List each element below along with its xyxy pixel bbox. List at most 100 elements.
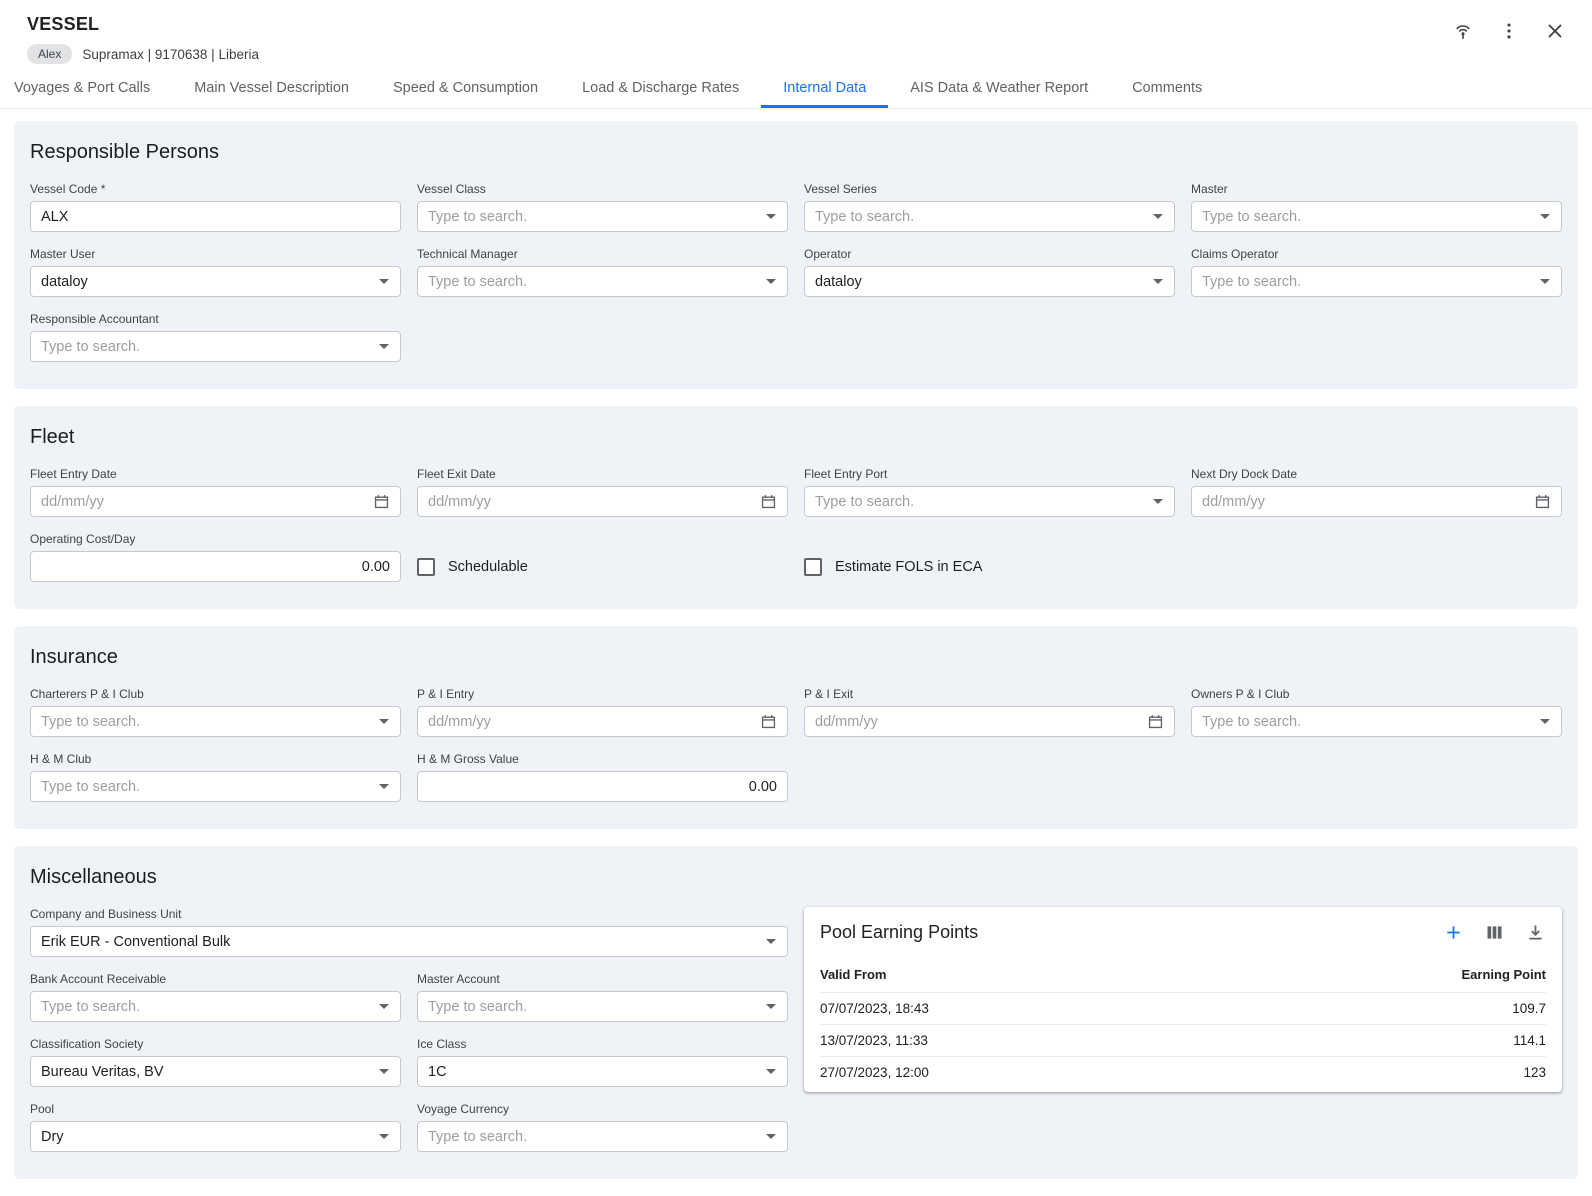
fleet-entry-date-input[interactable]: dd/mm/yy bbox=[30, 486, 401, 517]
bank-account-receivable-select[interactable]: Type to search. bbox=[30, 991, 401, 1022]
vessel-class-select[interactable]: Type to search. bbox=[417, 201, 788, 232]
calendar-icon[interactable] bbox=[759, 712, 778, 731]
pool-earning-points-title: Pool Earning Points bbox=[820, 922, 978, 943]
selected-value: dataloy bbox=[815, 274, 1147, 290]
placeholder-text: Type to search. bbox=[428, 209, 760, 225]
chevron-down-icon bbox=[379, 1134, 389, 1139]
field-label: Operating Cost/Day bbox=[30, 532, 401, 546]
calendar-icon[interactable] bbox=[372, 492, 391, 511]
fleet-exit-date-input[interactable]: dd/mm/yy bbox=[417, 486, 788, 517]
operator-badge: Alex bbox=[27, 44, 72, 64]
chevron-down-icon bbox=[766, 214, 776, 219]
calendar-icon[interactable] bbox=[759, 492, 778, 511]
table-row[interactable]: 27/07/2023, 12:00 123 bbox=[820, 1056, 1546, 1088]
section-miscellaneous: Miscellaneous Company and Business Unit … bbox=[14, 846, 1578, 1179]
tab-speed-consumption[interactable]: Speed & Consumption bbox=[371, 70, 560, 108]
close-icon[interactable] bbox=[1544, 20, 1566, 42]
tab-load-discharge-rates[interactable]: Load & Discharge Rates bbox=[560, 70, 761, 108]
fleet-entry-port-select[interactable]: Type to search. bbox=[804, 486, 1175, 517]
owners-pi-club-select[interactable]: Type to search. bbox=[1191, 706, 1562, 737]
table-row[interactable]: 13/07/2023, 11:33 114.1 bbox=[820, 1024, 1546, 1056]
chevron-down-icon bbox=[379, 1004, 389, 1009]
miscellaneous-fields: Company and Business Unit Erik EUR - Con… bbox=[30, 907, 788, 1152]
field-hm-club: H & M Club Type to search. bbox=[30, 752, 401, 802]
charterers-pi-club-select[interactable]: Type to search. bbox=[30, 706, 401, 737]
placeholder-text: dd/mm/yy bbox=[41, 494, 366, 510]
header-left: VESSEL Alex Supramax | 9170638 | Liberia bbox=[27, 14, 259, 64]
pool-earning-points-card: Pool Earning Points Valid From Earning P… bbox=[804, 907, 1562, 1092]
field-owners-pi-club: Owners P & I Club Type to search. bbox=[1191, 687, 1562, 737]
voyage-currency-select[interactable]: Type to search. bbox=[417, 1121, 788, 1152]
section-title: Responsible Persons bbox=[30, 141, 1562, 164]
calendar-icon[interactable] bbox=[1533, 492, 1552, 511]
operating-cost-day-input[interactable] bbox=[30, 551, 401, 582]
hm-club-select[interactable]: Type to search. bbox=[30, 771, 401, 802]
classification-society-select[interactable]: Bureau Veritas, BV bbox=[30, 1056, 401, 1087]
calendar-icon[interactable] bbox=[1146, 712, 1165, 731]
kebab-menu-icon[interactable] bbox=[1498, 20, 1520, 42]
tab-internal-data[interactable]: Internal Data bbox=[761, 70, 888, 108]
chevron-down-icon bbox=[379, 279, 389, 284]
valid-from-cell: 13/07/2023, 11:33 bbox=[820, 1033, 928, 1048]
vessel-code-input[interactable] bbox=[30, 201, 401, 232]
placeholder-text: dd/mm/yy bbox=[1202, 494, 1527, 510]
pi-exit-date-input[interactable]: dd/mm/yy bbox=[804, 706, 1175, 737]
master-select[interactable]: Type to search. bbox=[1191, 201, 1562, 232]
placeholder-text: Type to search. bbox=[1202, 209, 1534, 225]
vessel-series-select[interactable]: Type to search. bbox=[804, 201, 1175, 232]
operator-select[interactable]: dataloy bbox=[804, 266, 1175, 297]
field-label: Bank Account Receivable bbox=[30, 972, 401, 986]
field-operating-cost-day: Operating Cost/Day bbox=[30, 532, 401, 582]
section-insurance: Insurance Charterers P & I Club Type to … bbox=[14, 626, 1578, 829]
selected-value: Bureau Veritas, BV bbox=[41, 1064, 373, 1080]
placeholder-text: Type to search. bbox=[815, 209, 1147, 225]
master-account-select[interactable]: Type to search. bbox=[417, 991, 788, 1022]
chevron-down-icon bbox=[766, 939, 776, 944]
pool-select[interactable]: Dry bbox=[30, 1121, 401, 1152]
claims-operator-select[interactable]: Type to search. bbox=[1191, 266, 1562, 297]
table-row[interactable]: 07/07/2023, 18:43 109.7 bbox=[820, 992, 1546, 1024]
internal-data-panel: Responsible Persons Vessel Code * Vessel… bbox=[0, 109, 1592, 1179]
responsible-accountant-select[interactable]: Type to search. bbox=[30, 331, 401, 362]
field-master: Master Type to search. bbox=[1191, 182, 1562, 232]
section-title: Fleet bbox=[30, 426, 1562, 449]
field-pool: Pool Dry bbox=[30, 1102, 401, 1152]
earning-point-cell: 109.7 bbox=[1512, 1001, 1546, 1016]
tab-main-vessel-description[interactable]: Main Vessel Description bbox=[172, 70, 371, 108]
field-operator: Operator dataloy bbox=[804, 247, 1175, 297]
field-label: P & I Exit bbox=[804, 687, 1175, 701]
ice-class-select[interactable]: 1C bbox=[417, 1056, 788, 1087]
placeholder-text: dd/mm/yy bbox=[428, 494, 753, 510]
field-classification-society: Classification Society Bureau Veritas, B… bbox=[30, 1037, 401, 1087]
selected-value: dataloy bbox=[41, 274, 373, 290]
estimate-fols-checkbox[interactable] bbox=[804, 558, 822, 576]
add-row-icon[interactable] bbox=[1443, 922, 1464, 943]
field-label: Pool bbox=[30, 1102, 401, 1116]
broadcast-icon[interactable] bbox=[1452, 20, 1474, 42]
vessel-subtitle-row: Alex Supramax | 9170638 | Liberia bbox=[27, 44, 259, 64]
selected-value: 1C bbox=[428, 1064, 760, 1080]
hm-gross-value-input[interactable] bbox=[417, 771, 788, 802]
chevron-down-icon bbox=[379, 784, 389, 789]
section-title: Insurance bbox=[30, 646, 1562, 669]
valid-from-cell: 27/07/2023, 12:00 bbox=[820, 1065, 929, 1080]
master-user-select[interactable]: dataloy bbox=[30, 266, 401, 297]
tab-comments[interactable]: Comments bbox=[1110, 70, 1224, 108]
next-dry-dock-date-input[interactable]: dd/mm/yy bbox=[1191, 486, 1562, 517]
tab-voyages-port-calls[interactable]: Voyages & Port Calls bbox=[0, 70, 172, 108]
vessel-subtitle: Supramax | 9170638 | Liberia bbox=[82, 47, 259, 62]
field-label: Vessel Series bbox=[804, 182, 1175, 196]
field-fleet-entry-date: Fleet Entry Date dd/mm/yy bbox=[30, 467, 401, 517]
tab-ais-data-weather-report[interactable]: AIS Data & Weather Report bbox=[888, 70, 1110, 108]
technical-manager-select[interactable]: Type to search. bbox=[417, 266, 788, 297]
field-claims-operator: Claims Operator Type to search. bbox=[1191, 247, 1562, 297]
field-label: Company and Business Unit bbox=[30, 907, 788, 921]
pi-entry-date-input[interactable]: dd/mm/yy bbox=[417, 706, 788, 737]
chevron-down-icon bbox=[1540, 214, 1550, 219]
columns-icon[interactable] bbox=[1484, 922, 1505, 943]
schedulable-checkbox[interactable] bbox=[417, 558, 435, 576]
company-business-unit-select[interactable]: Erik EUR - Conventional Bulk bbox=[30, 926, 788, 957]
placeholder-text: Type to search. bbox=[428, 274, 760, 290]
miscellaneous-grid: Company and Business Unit Erik EUR - Con… bbox=[30, 907, 1562, 1152]
download-icon[interactable] bbox=[1525, 922, 1546, 943]
